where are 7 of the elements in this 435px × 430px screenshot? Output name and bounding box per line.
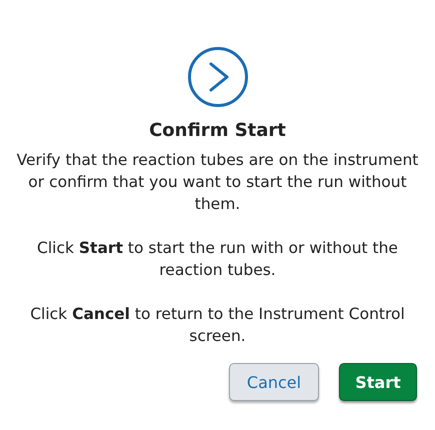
dialog-title: Confirm Start: [149, 120, 286, 141]
cancel-button[interactable]: Cancel: [229, 363, 319, 401]
message-text: Click Start to start the run with or without the reaction tubes.: [36, 238, 399, 281]
chevron-circle-icon: [186, 46, 248, 108]
message-text: Verify that the reaction tubes are on the instrument or confirm that you want to start the run without them.: [16, 150, 420, 215]
message-text: Click Cancel to return to the Instrument Control screen.: [29, 304, 406, 347]
start-button[interactable]: Start: [339, 363, 417, 401]
